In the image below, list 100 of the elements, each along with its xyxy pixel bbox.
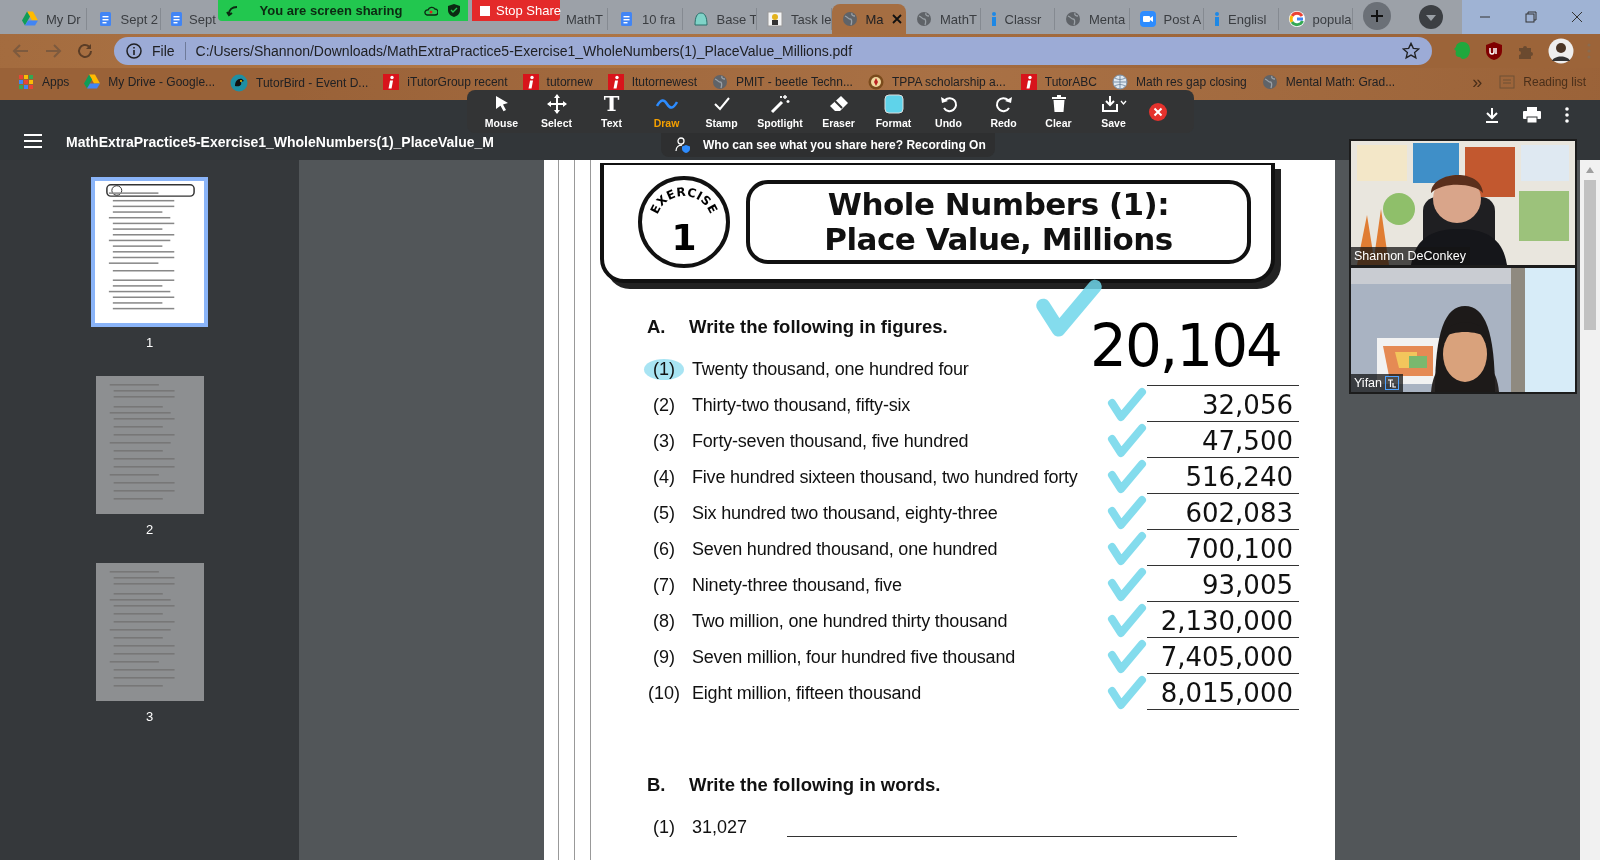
person-shield-icon: [675, 137, 691, 153]
recording-notice[interactable]: Who can see what you share here? Recording On: [661, 133, 995, 157]
annotation-tool[interactable]: Select: [529, 94, 584, 129]
shield-icon[interactable]: [1484, 41, 1504, 61]
browser-tab[interactable]: 10 fra: [608, 8, 683, 30]
item-number: (8): [652, 610, 676, 632]
info-icon: [1214, 11, 1220, 27]
page-number: 2: [145, 522, 154, 537]
move-icon: [546, 94, 567, 114]
address-field[interactable]: File C:/Users/Shannon/Downloads/MathExtraPractice5-Exercise1_WholeNumbers(1)_PlaceValue_Millions.pdf: [114, 37, 1432, 65]
bookmark[interactable]: tutornew: [522, 74, 593, 90]
browser-tab[interactable]: Menta: [1055, 8, 1130, 30]
stop-icon: [480, 5, 490, 16]
annotation-tool[interactable]: Spotlight: [749, 94, 811, 129]
bookmark[interactable]: iTutorGroup recent: [383, 74, 508, 90]
globe-icon: [1261, 74, 1278, 90]
answer-text: 7,405,000: [1147, 640, 1299, 674]
annotation-tool[interactable]: Draw: [639, 94, 694, 129]
annotation-tool[interactable]: Undo: [921, 94, 976, 129]
annotation-tool[interactable]: T Text: [584, 94, 639, 129]
menu-icon[interactable]: [24, 134, 42, 148]
annotation-tool[interactable]: Save: [1086, 94, 1141, 129]
dropdown-icon[interactable]: [1418, 4, 1444, 30]
shield-icon[interactable]: [448, 4, 460, 17]
annotation-tool[interactable]: Clear: [1031, 94, 1086, 129]
more-icon[interactable]: [1564, 106, 1570, 124]
globe-icon: [841, 11, 858, 27]
participant-name: Yifan: [1354, 376, 1383, 390]
item-text: Seven million, four hundred five thousand: [692, 646, 1016, 668]
triangle-icon: [84, 74, 101, 90]
document-icon: [168, 11, 184, 27]
bookmark[interactable]: Math res gap closing: [1112, 74, 1247, 90]
item-number: (1): [644, 358, 684, 380]
page-thumbnail[interactable]: [91, 177, 208, 327]
bookmark[interactable]: PMIT - beetle Techn...: [712, 74, 853, 90]
bookmark[interactable]: Apps: [18, 74, 70, 90]
browser-tab[interactable]: MathT: [906, 8, 981, 30]
browser-tab[interactable]: Classr: [980, 8, 1055, 30]
scrollbar[interactable]: [1580, 160, 1600, 860]
page-thumbnail[interactable]: [95, 376, 204, 514]
bookmark[interactable]: Itutornewest: [607, 74, 697, 90]
page-number: 1: [145, 335, 154, 350]
print-icon[interactable]: [1522, 106, 1542, 124]
browser-tab[interactable]: Post A: [1129, 8, 1204, 30]
reload-icon[interactable]: [76, 42, 94, 60]
scrollbar-thumb[interactable]: [1584, 180, 1596, 330]
undo-icon: [939, 95, 958, 113]
video-camera-icon: [1139, 11, 1156, 27]
info-square-icon: [607, 74, 624, 90]
browser-tab[interactable]: Ma: [831, 4, 906, 34]
bookmark[interactable]: Mental Math: Grad...: [1261, 74, 1396, 90]
trash-icon: [1050, 95, 1067, 113]
item-number: (5): [652, 502, 676, 524]
bookmark[interactable]: TutorBird - Event D...: [230, 74, 369, 92]
browser-tab[interactable]: Task le: [757, 8, 832, 30]
answer-text: 32,056: [1147, 388, 1299, 422]
star-icon[interactable]: [1402, 42, 1420, 60]
section-heading: Write the following in words.: [689, 774, 941, 796]
annotation-tool[interactable]: Redo: [976, 94, 1031, 129]
badge-number: 1: [671, 217, 697, 258]
browser-tab[interactable]: popula: [1278, 8, 1353, 30]
browser-tab[interactable]: Sept 2: [86, 8, 161, 30]
color-swatch-icon: [883, 94, 904, 114]
download-icon[interactable]: [1484, 107, 1500, 123]
scroll-up-icon[interactable]: [1585, 166, 1595, 174]
item-number: (2): [652, 394, 676, 416]
item-text: Six hundred two thousand, eighty-three: [692, 502, 999, 524]
globe-icon: [916, 11, 932, 27]
avatar-icon[interactable]: [1548, 38, 1574, 64]
eraser-icon: [828, 95, 849, 113]
page-thumbnail[interactable]: [95, 563, 204, 701]
browser-tab[interactable]: My Dr: [12, 8, 87, 30]
item-text: Ninety-three thousand, five: [692, 574, 903, 596]
item-text: Thirty-two thousand, fifty-six: [692, 394, 912, 416]
annotation-tool[interactable]: Mouse: [474, 94, 529, 129]
browser-tab[interactable]: Englisl: [1204, 8, 1279, 30]
triangle-icon: [22, 11, 38, 27]
item-text: Five hundred sixteen thousand, two hundred forty: [692, 466, 1079, 488]
bookmark[interactable]: TutorABC: [1020, 74, 1098, 90]
bookmark[interactable]: TPPA scholarship a...: [867, 74, 1006, 90]
url-text: C:/Users/Shannon/Downloads/MathExtraPractice5-Exercise1_WholeNumbers(1)_PlaceValue_Millions.pdf: [195, 43, 854, 59]
annotation-tool[interactable]: Stamp: [694, 94, 749, 129]
cloud-icon[interactable]: [424, 4, 438, 17]
annotation-tool[interactable]: Eraser: [811, 94, 866, 129]
browser-tab[interactable]: Sept: [161, 8, 218, 30]
answer-text: 602,083: [1147, 496, 1299, 530]
info-icon[interactable]: [126, 43, 142, 59]
item-text: Seven hundred thousand, one hundred: [692, 538, 999, 560]
globe-icon: [712, 74, 728, 90]
annotation-tool[interactable]: Format: [866, 94, 921, 129]
close-icon: [1571, 11, 1583, 23]
reading-list[interactable]: Reading list: [1499, 74, 1586, 90]
close-toolbar-button[interactable]: [1149, 102, 1167, 121]
redo-icon: [994, 95, 1013, 113]
answer-text: 700,100: [1147, 532, 1299, 566]
more-bookmarks[interactable]: »: [1472, 74, 1483, 90]
close-icon[interactable]: [891, 14, 902, 24]
bookmark[interactable]: My Drive - Google...: [84, 74, 216, 90]
globe-icon: [1065, 11, 1081, 27]
new-tab-button[interactable]: [1363, 2, 1391, 30]
